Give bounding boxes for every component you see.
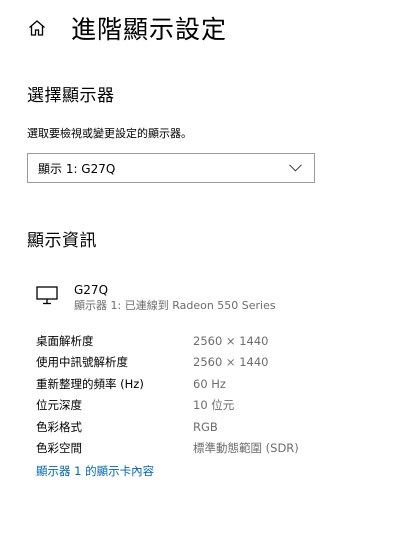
monitor-icon [36, 286, 58, 306]
display-info-table: 桌面解析度 2560 × 1440 使用中訊號解析度 2560 × 1440 重… [36, 330, 376, 459]
info-label: 重新整理的頻率 (Hz) [36, 376, 144, 391]
info-row-color-space: 色彩空間 標準動態範圍 (SDR) [36, 438, 376, 460]
monitor-connection: 顯示器 1: 已連線到 Radeon 550 Series [74, 299, 276, 312]
display-select-value: 顯示 1: G27Q [38, 161, 116, 176]
info-row-bit-depth: 位元深度 10 位元 [36, 395, 376, 417]
select-display-heading: 選擇顯示器 [27, 86, 115, 106]
info-label: 色彩格式 [36, 419, 82, 434]
info-label: 桌面解析度 [36, 333, 94, 348]
monitor-summary: G27Q 顯示器 1: 已連線到 Radeon 550 Series [36, 282, 276, 314]
info-value: 60 Hz [193, 376, 226, 391]
info-value: 2560 × 1440 [193, 333, 269, 348]
info-value: 2560 × 1440 [193, 355, 269, 370]
monitor-name: G27Q [74, 283, 109, 297]
info-label: 色彩空間 [36, 441, 82, 456]
page-header: 進階顯示設定 [27, 8, 227, 48]
info-label: 位元深度 [36, 398, 82, 413]
monitor-text: G27Q 顯示器 1: 已連線到 Radeon 550 Series [74, 282, 276, 314]
display-select-dropdown[interactable]: 顯示 1: G27Q [27, 153, 315, 183]
info-row-desktop-resolution: 桌面解析度 2560 × 1440 [36, 330, 376, 352]
display-adapter-properties-link[interactable]: 顯示器 1 的顯示卡內容 [36, 463, 154, 479]
info-value: 標準動態範圍 (SDR) [193, 441, 299, 456]
info-label: 使用中訊號解析度 [36, 355, 128, 370]
info-row-active-signal-resolution: 使用中訊號解析度 2560 × 1440 [36, 352, 376, 374]
display-info-heading: 顯示資訊 [27, 231, 97, 251]
info-row-color-format: 色彩格式 RGB [36, 416, 376, 438]
info-row-refresh-rate: 重新整理的頻率 (Hz) 60 Hz [36, 373, 376, 395]
home-icon[interactable] [27, 18, 47, 38]
info-value: 10 位元 [193, 398, 235, 413]
page-title: 進階顯示設定 [71, 15, 228, 44]
select-display-prompt: 選取要檢視或變更設定的顯示器。 [27, 127, 192, 140]
chevron-down-icon [289, 161, 302, 175]
info-value: RGB [193, 419, 218, 434]
